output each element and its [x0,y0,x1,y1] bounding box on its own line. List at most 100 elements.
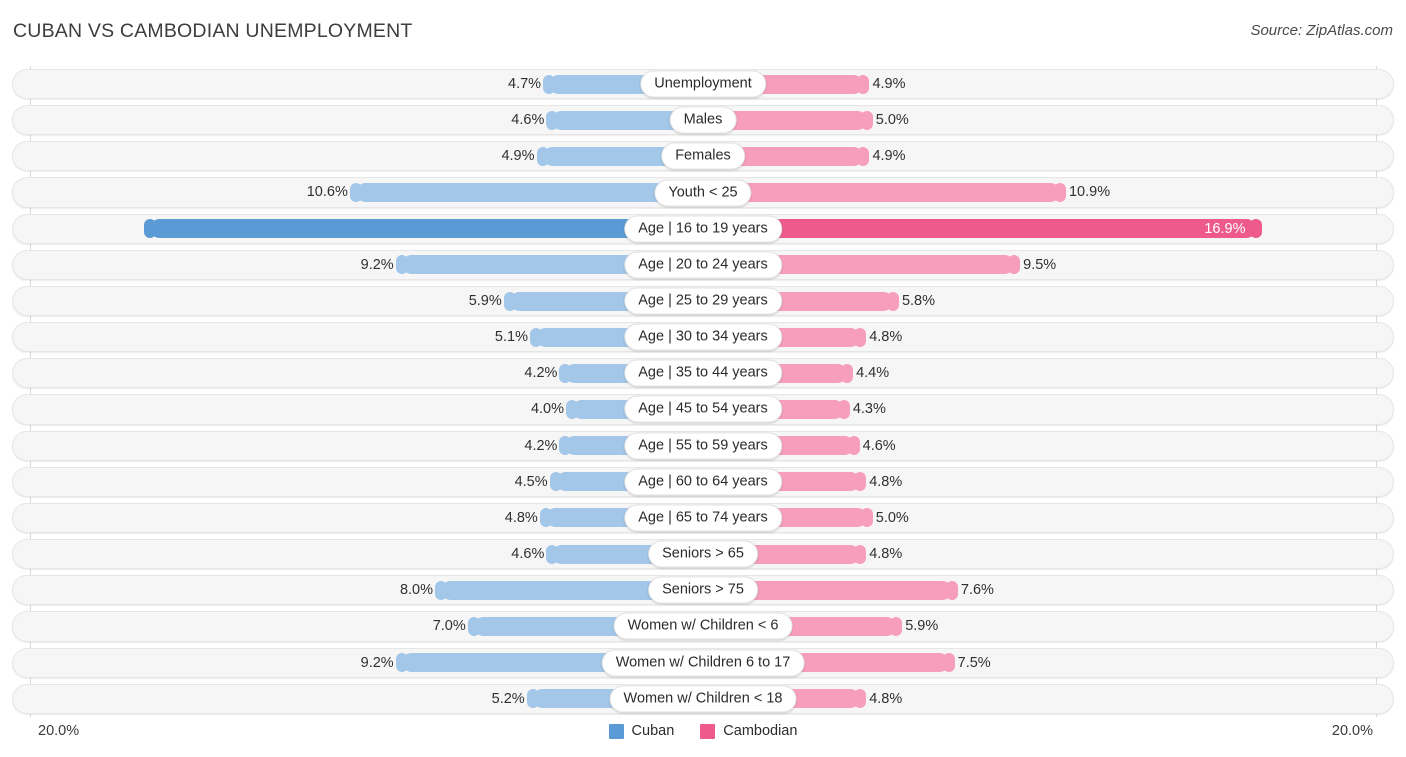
chart-row: 5.1%4.8%Age | 30 to 34 years [12,319,1394,355]
cuban-half: 7.0% [12,608,703,644]
cambodian-half: 7.6% [703,572,1394,608]
cambodian-half: 4.8% [703,536,1394,572]
cuban-value-label: 5.9% [469,283,510,319]
legend-item[interactable]: Cuban [609,723,675,739]
row-category-label: Women w/ Children 6 to 17 [602,649,805,676]
cambodian-value-label: 9.5% [1014,247,1056,283]
cuban-value-label: 4.7% [508,66,549,102]
chart-row: 4.8% 5.0% Age | 65 to 74 years [12,500,1394,536]
cambodian-value-label: 5.0% [867,102,909,138]
chart-row: 4.6% 4.8% Seniors > 65 [12,536,1394,572]
cuban-half: 4.7% [12,66,703,102]
cuban-value-label: 4.9% [501,138,542,174]
cuban-value-label: 4.6% [511,536,552,572]
cuban-value-label: 9.2% [361,645,402,681]
row-category-label: Males [670,107,737,134]
cuban-value-label: 4.0% [531,391,572,427]
cuban-half: 9.2% [12,247,703,283]
row-category-label: Age | 55 to 59 years [624,432,782,459]
cuban-half: 4.6% [12,536,703,572]
row-category-label: Age | 65 to 74 years [624,504,782,531]
cuban-half: 10.6% [12,174,703,210]
chart-legend: Cuban Cambodian [0,723,1406,739]
row-category-label: Women w/ Children < 6 [614,613,793,640]
cuban-value-label: 7.0% [433,608,474,644]
cuban-value-label: 4.5% [515,464,556,500]
row-category-label: Youth < 25 [654,179,751,206]
cambodian-bar [703,219,1256,238]
chart-row: 10.6% 10.9% Youth < 25 [12,174,1394,210]
cambodian-half: 5.0% [703,102,1394,138]
chart-row: 4.2% 4.6% Age | 55 to 59 years [12,428,1394,464]
source-attribution: Source: ZipAtlas.com [1250,22,1393,39]
row-category-label: Age | 60 to 64 years [624,468,782,495]
chart-row: 8.0% 7.6% Seniors > 75 [12,572,1394,608]
cambodian-half: 9.5% [703,247,1394,283]
cuban-half: 4.0% [12,391,703,427]
chart-row: 4.7% 4.9% Unemployment [12,66,1394,102]
row-category-label: Age | 30 to 34 years [624,324,782,351]
cuban-value-label: 5.2% [492,681,533,717]
row-category-label: Seniors > 75 [648,577,758,604]
diverging-bar-chart: 4.7%4.9%Unemployment4.6%5.0%Males4.9%4.9… [12,66,1394,717]
cambodian-half: 4.6% [703,428,1394,464]
cuban-half: 4.2% [12,428,703,464]
row-category-label: Age | 35 to 44 years [624,360,782,387]
cambodian-value-label: 4.9% [863,138,905,174]
chart-row: 9.2% 7.5% Women w/ Children 6 to 17 [12,645,1394,681]
cambodian-half: 10.9% [703,174,1394,210]
legend-item[interactable]: Cambodian [700,723,797,739]
chart-row: 4.5% 4.8% Age | 60 to 64 years [12,464,1394,500]
cambodian-value-label: 10.9% [1060,174,1110,210]
cuban-value-label: 4.6% [511,102,552,138]
cuban-half: 16.9% [12,211,703,247]
legend-swatch-icon [609,724,624,739]
cambodian-value-label: 16.9% [1204,211,1256,247]
cuban-value-label: 9.2% [361,247,402,283]
cuban-half: 4.9% [12,138,703,174]
row-category-label: Women w/ Children < 18 [610,685,797,712]
cuban-half: 5.2% [12,681,703,717]
cambodian-bar [703,183,1060,202]
row-category-label: Seniors > 65 [648,541,758,568]
legend-label: Cuban [632,723,675,739]
cambodian-value-label: 4.6% [854,428,896,464]
cambodian-half: 4.8% [703,464,1394,500]
cambodian-value-label: 4.8% [860,681,902,717]
row-category-label: Age | 45 to 54 years [624,396,782,423]
cambodian-value-label: 4.8% [860,464,902,500]
legend-label: Cambodian [723,723,797,739]
chart-row: 5.9%5.8%Age | 25 to 29 years [12,283,1394,319]
cuban-value-label: 4.2% [524,428,565,464]
cuban-value-label: 4.8% [505,500,546,536]
row-category-label: Unemployment [640,71,766,98]
cuban-bar [150,219,703,238]
axis-label-right: 20.0% [1332,723,1373,739]
chart-row: 4.6% 5.0% Males [12,102,1394,138]
cambodian-value-label: 7.6% [952,572,994,608]
cambodian-value-label: 5.8% [893,283,935,319]
cambodian-value-label: 5.0% [867,500,909,536]
cambodian-half: 4.9% [703,138,1394,174]
chart-row: 4.0%4.3%Age | 45 to 54 years [12,391,1394,427]
cambodian-value-label: 4.8% [860,319,902,355]
cambodian-value-label: 7.5% [949,645,991,681]
cuban-bar [356,183,703,202]
row-category-label: Age | 20 to 24 years [624,251,782,278]
legend-swatch-icon [700,724,715,739]
cambodian-half: 5.8% [703,283,1394,319]
cambodian-half: 5.0% [703,500,1394,536]
cambodian-value-label: 5.9% [896,608,938,644]
cambodian-half: 16.9% [703,211,1394,247]
chart-row: 4.9% 4.9% Females [12,138,1394,174]
row-category-label: Females [661,143,745,170]
cambodian-half: 5.9% [703,608,1394,644]
cambodian-value-label: 4.8% [860,536,902,572]
cambodian-half: 7.5% [703,645,1394,681]
cuban-value-label: 8.0% [400,572,441,608]
cambodian-value-label: 4.9% [863,66,905,102]
chart-row: 4.2%4.4%Age | 35 to 44 years [12,355,1394,391]
cuban-half: 9.2% [12,645,703,681]
cuban-half: 4.2% [12,355,703,391]
cuban-half: 8.0% [12,572,703,608]
